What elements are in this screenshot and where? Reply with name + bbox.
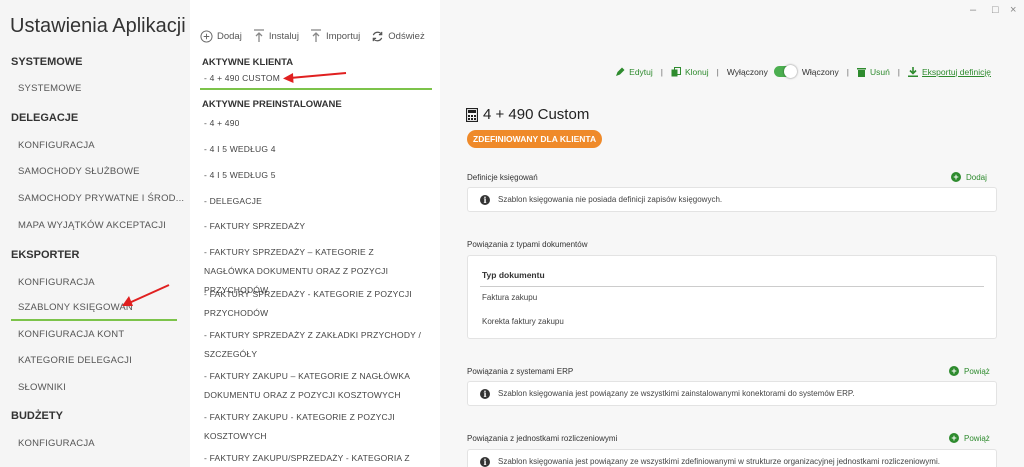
refresh-icon bbox=[372, 31, 383, 41]
delete-label: Usuń bbox=[869, 66, 890, 77]
separator: | bbox=[897, 66, 901, 77]
enabled-toggle[interactable] bbox=[773, 65, 797, 78]
template-item-active[interactable]: - 4 + 490 CUSTOM bbox=[200, 73, 432, 90]
link-erp-button[interactable]: + Powiąż bbox=[949, 366, 990, 376]
table-row: Korekta faktury zakupu bbox=[482, 317, 564, 326]
link-units-label: Powiąż bbox=[964, 433, 990, 443]
section-delegacje: DELEGACJE bbox=[11, 112, 79, 124]
separator: | bbox=[846, 66, 849, 77]
export-label: Eksportuj definicję bbox=[922, 66, 991, 77]
units-info-text: Szablon księgowania jest powiązany ze ws… bbox=[498, 457, 940, 466]
sidebar-item-budzety-konfiguracja[interactable]: KONFIGURACJA bbox=[18, 438, 95, 449]
template-item[interactable]: - 4 + 490 bbox=[204, 114, 424, 133]
doc-types-table: Typ dokumentu Faktura zakupu Korekta fak… bbox=[467, 255, 997, 339]
client-defined-badge: ZDEFINIOWANY DLA KLIENTA bbox=[467, 130, 603, 148]
preinstalled-templates-heading: AKTYWNE PREINSTALOWANE bbox=[202, 99, 342, 110]
template-item[interactable]: - FAKTURY SPRZEDAŻY Z ZAKŁADKI PRZYCHODY… bbox=[204, 326, 424, 364]
sidebar-item-szablony-ksiegowan[interactable]: SZABLONY KSIĘGOWAŃ bbox=[11, 302, 177, 321]
info-icon: i bbox=[480, 456, 490, 467]
sidebar-item-slowniki[interactable]: SŁOWNIKI bbox=[18, 382, 66, 393]
trash-icon bbox=[856, 67, 866, 77]
download-icon bbox=[908, 66, 919, 77]
add-definition-label: Dodaj bbox=[966, 172, 987, 182]
install-button[interactable]: Instaluj bbox=[253, 29, 299, 43]
import-label: Importuj bbox=[325, 30, 361, 42]
plus-circle-icon: + bbox=[951, 172, 961, 182]
section-budzety: BUDŻETY bbox=[11, 410, 63, 422]
sidebar-item-samochody-prywatne[interactable]: SAMOCHODY PRYWATNE I ŚROD... bbox=[18, 193, 184, 204]
template-title-text: 4 + 490 Custom bbox=[483, 106, 590, 123]
add-label: Dodaj bbox=[217, 30, 242, 42]
edit-label: Edytuj bbox=[629, 66, 653, 77]
template-actions-bar: Edytuj | Klonuj | Wyłączony Włączony | U… bbox=[615, 65, 991, 78]
template-item[interactable]: - FAKTURY ZAKUPU/SPRZEDAŻY - KATEGORIA Z bbox=[204, 449, 424, 467]
units-info-card: i Szablon księgowania jest powiązany ze … bbox=[467, 449, 997, 467]
divider bbox=[480, 286, 984, 287]
clone-icon bbox=[671, 66, 681, 76]
add-button[interactable]: Dodaj bbox=[200, 29, 242, 43]
refresh-button[interactable]: Odśwież bbox=[371, 30, 425, 43]
import-button[interactable]: Importuj bbox=[310, 29, 360, 43]
definitions-label: Definicje księgowań bbox=[467, 173, 538, 182]
clone-button[interactable]: Klonuj bbox=[671, 66, 709, 77]
definitions-info-card: i Szablon księgowania nie posiada defini… bbox=[467, 187, 997, 212]
template-item[interactable]: - 4 I 5 WEDŁUG 5 bbox=[204, 166, 424, 185]
edit-button[interactable]: Edytuj bbox=[615, 67, 653, 77]
sidebar-item-mapa-wyjatkow[interactable]: MAPA WYJĄTKÓW AKCEPTACJI bbox=[18, 220, 166, 231]
install-label: Instaluj bbox=[268, 30, 299, 42]
template-item[interactable]: - DELEGACJE bbox=[204, 192, 424, 211]
template-item[interactable]: - FAKTURY ZAKUPU – KATEGORIE Z NAGŁÓWKA … bbox=[204, 367, 424, 405]
clone-label: Klonuj bbox=[685, 66, 709, 77]
minimize-button[interactable]: – bbox=[970, 4, 976, 16]
table-row: Faktura zakupu bbox=[482, 293, 538, 302]
maximize-button[interactable]: □ bbox=[992, 4, 999, 16]
definitions-info-text: Szablon księgowania nie posiada definicj… bbox=[498, 195, 723, 204]
toggle-off-label: Wyłączony bbox=[726, 66, 768, 77]
calculator-icon bbox=[466, 107, 478, 122]
toggle-knob bbox=[783, 65, 797, 78]
template-title: 4 + 490 Custom bbox=[466, 106, 589, 123]
delete-button[interactable]: Usuń bbox=[856, 66, 890, 77]
toggle-on-label: Włączony bbox=[801, 66, 839, 77]
section-systemowe: SYSTEMOWE bbox=[11, 56, 83, 68]
plus-circle-icon bbox=[200, 29, 213, 43]
sidebar-item-eksporter-konfiguracja[interactable]: KONFIGURACJA bbox=[18, 277, 95, 288]
client-templates-heading: AKTYWNE KLIENTA bbox=[202, 57, 294, 68]
erp-info-text: Szablon księgowania jest powiązany ze ws… bbox=[498, 389, 855, 398]
link-units-button[interactable]: + Powiąż bbox=[949, 433, 990, 443]
plus-circle-icon: + bbox=[949, 366, 959, 376]
separator: | bbox=[716, 66, 719, 77]
plus-circle-icon: + bbox=[949, 433, 959, 443]
refresh-label: Odśwież bbox=[388, 30, 425, 42]
sidebar-item-systemowe[interactable]: SYSTEMOWE bbox=[18, 83, 82, 94]
close-button[interactable]: × bbox=[1010, 4, 1016, 16]
add-definition-button[interactable]: + Dodaj bbox=[951, 172, 987, 182]
info-icon: i bbox=[480, 388, 490, 399]
template-item[interactable]: - FAKTURY SPRZEDAŻY bbox=[204, 217, 424, 236]
erp-info-card: i Szablon księgowania jest powiązany ze … bbox=[467, 381, 997, 406]
export-button[interactable]: Eksportuj definicję bbox=[908, 66, 991, 77]
separator: | bbox=[660, 66, 663, 77]
link-erp-label: Powiąż bbox=[964, 366, 990, 376]
settings-sidebar: Ustawienia Aplikacji SYSTEMOWE SYSTEMOWE… bbox=[0, 0, 190, 467]
app-title: Ustawienia Aplikacji bbox=[10, 15, 186, 37]
units-label: Powiązania z jednostkami rozliczeniowymi bbox=[467, 434, 618, 443]
info-icon: i bbox=[480, 194, 490, 205]
pencil-icon bbox=[616, 67, 625, 76]
doc-type-header: Typ dokumentu bbox=[482, 270, 545, 280]
sidebar-item-delegacje-konfiguracja[interactable]: KONFIGURACJA bbox=[18, 140, 95, 151]
template-item[interactable]: - 4 I 5 WEDŁUG 4 bbox=[204, 140, 424, 159]
erp-label: Powiązania z systemami ERP bbox=[467, 367, 574, 376]
template-item[interactable]: - FAKTURY ZAKUPU - KATEGORIE Z POZYCJI K… bbox=[204, 408, 424, 446]
sidebar-item-konfiguracja-kont[interactable]: KONFIGURACJA KONT bbox=[18, 329, 124, 340]
section-eksporter: EKSPORTER bbox=[11, 249, 80, 261]
upload-icon bbox=[253, 29, 264, 42]
sidebar-item-samochody-sluzbowe[interactable]: SAMOCHODY SŁUŻBOWE bbox=[18, 166, 140, 177]
template-item[interactable]: - FAKTURY SPRZEDAŻY - KATEGORIE Z POZYCJ… bbox=[204, 285, 424, 323]
import-icon bbox=[310, 29, 321, 42]
doc-types-label: Powiązania z typami dokumentów bbox=[467, 240, 588, 249]
templates-toolbar: Dodaj Instaluj Importuj Odśwież bbox=[200, 27, 436, 45]
sidebar-item-kategorie-delegacji[interactable]: KATEGORIE DELEGACJI bbox=[18, 355, 132, 366]
